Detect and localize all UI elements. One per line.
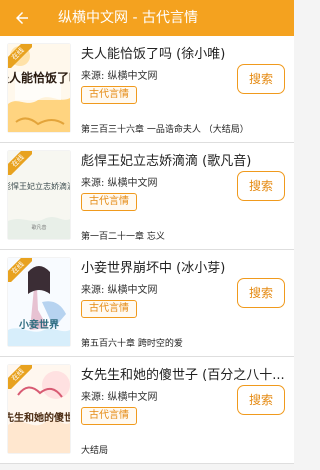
category-tag: 古代言情 [81, 300, 137, 318]
page-title: 纵横中文网 - 古代言情 [58, 10, 198, 26]
search-button[interactable]: 搜索 [237, 385, 285, 415]
cover-title: 女先生和她的傻世子 [8, 411, 70, 424]
app-header: 纵横中文网 - 古代言情 [0, 0, 294, 36]
book-list-item[interactable]: 彪悍王妃立志娇滴滴 歌凡音 在线 彪悍王妃立志娇滴滴 (歌凡音) 来源: 纵横中… [0, 143, 294, 250]
latest-chapter: 第五百六十章 跨时空的爱 [81, 339, 183, 349]
book-list: 夫人能恰饭了吗 在线 夫人能恰饭了吗 (徐小唯) 来源: 纵横中文网 古代言情 … [0, 36, 294, 464]
book-list-item[interactable]: 女先生和她的傻世子 在线 女先生和她的傻世子 (百分之八十... 来源: 纵横中… [0, 357, 294, 464]
latest-chapter: 大结局 [81, 446, 109, 456]
book-source: 来源: 纵横中文网 [81, 71, 158, 82]
latest-chapter: 第一百二十一章 忘义 [81, 232, 165, 242]
category-tag: 古代言情 [81, 86, 137, 104]
online-badge: 在线 [8, 44, 32, 68]
book-source: 来源: 纵横中文网 [81, 178, 158, 189]
online-badge: 在线 [8, 258, 32, 282]
back-button[interactable] [10, 6, 34, 30]
cover-title: 夫人能恰饭了吗 [8, 70, 70, 85]
cover-title: 彪悍王妃立志娇滴滴 [8, 181, 70, 191]
book-source: 来源: 纵横中文网 [81, 285, 158, 296]
book-list-item[interactable]: 夫人能恰饭了吗 在线 夫人能恰饭了吗 (徐小唯) 来源: 纵横中文网 古代言情 … [0, 36, 294, 143]
cover-title: 小妾世界 [18, 318, 59, 331]
book-cover[interactable]: 小妾世界 在线 [8, 258, 70, 346]
search-button[interactable]: 搜索 [237, 278, 285, 308]
book-title: 彪悍王妃立志娇滴滴 (歌凡音) [81, 154, 252, 169]
cover-author: 歌凡音 [31, 224, 46, 231]
search-button[interactable]: 搜索 [237, 171, 285, 201]
book-cover[interactable]: 彪悍王妃立志娇滴滴 歌凡音 在线 [8, 151, 70, 239]
book-list-item[interactable]: 小妾世界 在线 小妾世界崩坏中 (冰小芽) 来源: 纵横中文网 古代言情 搜索 … [0, 250, 294, 357]
book-cover[interactable]: 夫人能恰饭了吗 在线 [8, 44, 70, 132]
latest-chapter: 第三百三十六章 一品诰命夫人 （大结局） [81, 125, 249, 135]
book-source: 来源: 纵横中文网 [81, 392, 158, 403]
category-tag: 古代言情 [81, 193, 137, 211]
online-badge: 在线 [8, 151, 32, 175]
book-title: 夫人能恰饭了吗 (徐小唯) [81, 47, 226, 62]
category-tag: 古代言情 [81, 407, 137, 425]
book-cover[interactable]: 女先生和她的傻世子 在线 [8, 365, 70, 453]
book-title: 小妾世界崩坏中 (冰小芽) [81, 261, 226, 276]
arrow-left-icon [16, 12, 28, 24]
book-title: 女先生和她的傻世子 (百分之八十... [81, 368, 285, 383]
online-badge: 在线 [8, 365, 32, 389]
search-button[interactable]: 搜索 [237, 64, 285, 94]
